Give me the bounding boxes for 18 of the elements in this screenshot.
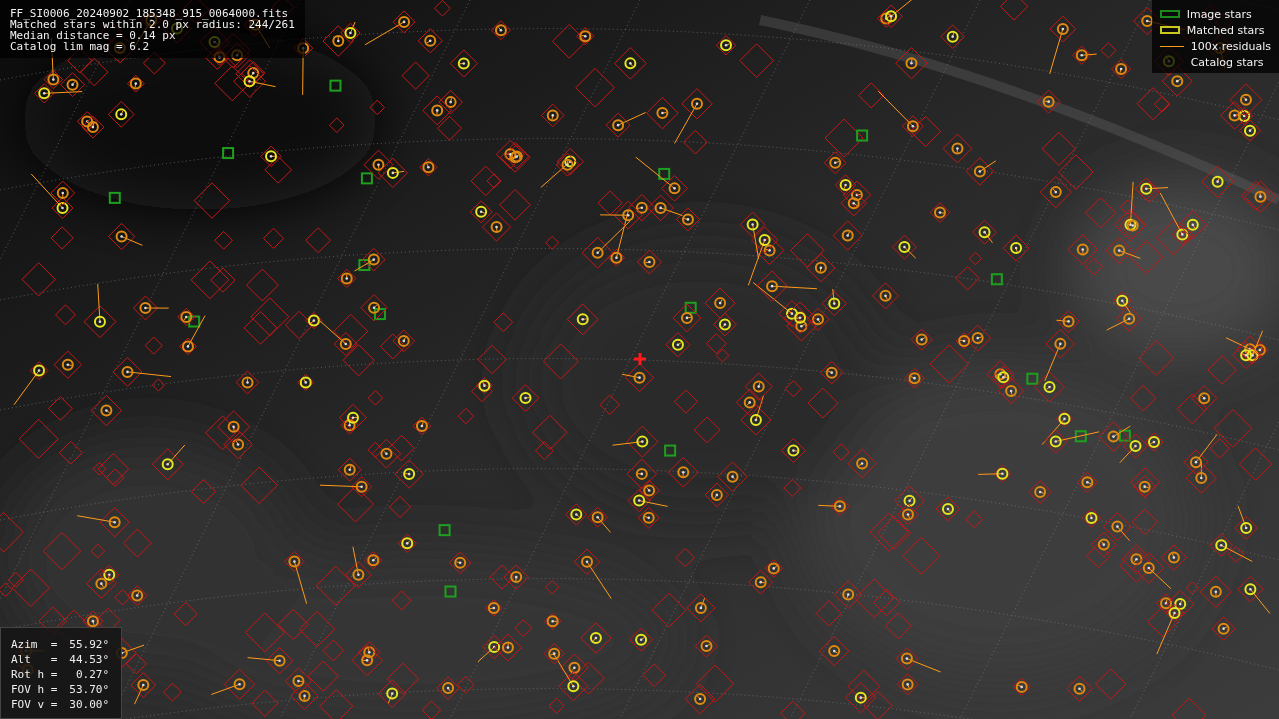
info-line: Catalog lim mag = 6.2 <box>10 41 151 52</box>
legend-label: Catalog stars <box>1190 55 1264 69</box>
pointing-value: 30.00° <box>69 698 110 712</box>
pointing-label: Alt = <box>11 653 58 667</box>
legend-label: Matched stars <box>1186 23 1265 37</box>
pointing-label: Azim = <box>11 638 58 652</box>
pointing-value: 55.92° <box>69 638 110 652</box>
pointing-value: 53.70° <box>69 683 110 697</box>
info-line: FF_SI0006_20240902_185348_915_0064000.fits <box>10 8 290 19</box>
pointing-value: 44.53° <box>69 653 110 667</box>
info-line: Matched stars within 2.0 px radius: 244/261 <box>10 19 295 30</box>
legend-label: 100x residuals <box>1190 39 1271 53</box>
legend-label: Image stars <box>1186 7 1252 21</box>
info-line: Median distance = 0.14 px <box>10 30 176 41</box>
pointing-value: 0.27° <box>74 668 110 682</box>
pointing-label: Rot h = <box>11 668 58 682</box>
pointing-label: FOV h = <box>11 683 58 697</box>
pointing-label: FOV v = <box>11 698 58 712</box>
